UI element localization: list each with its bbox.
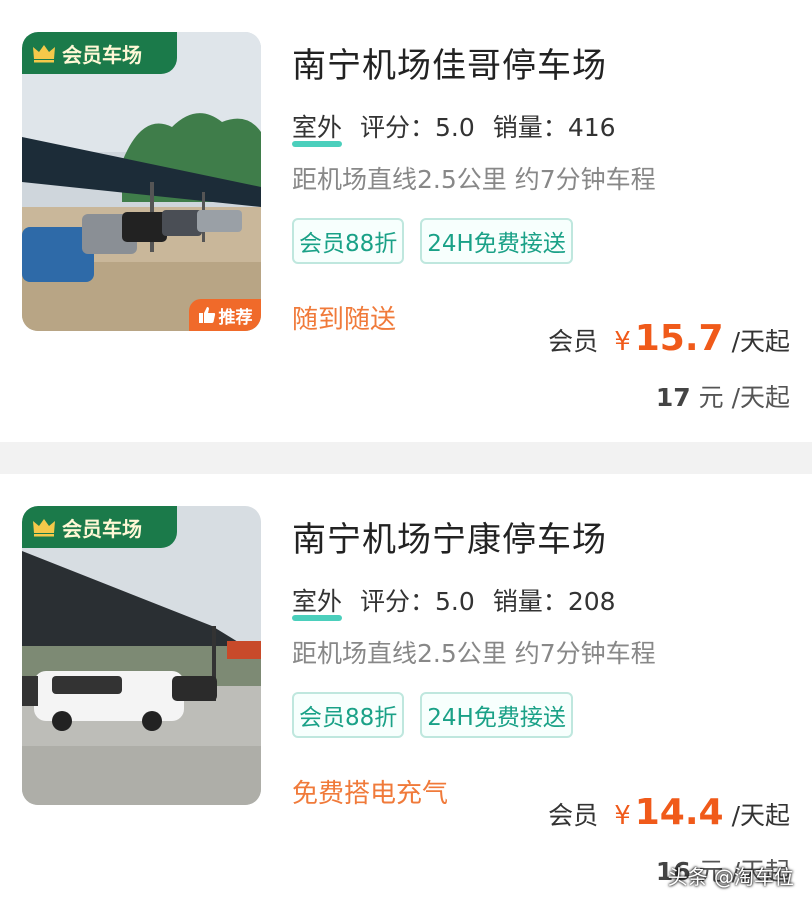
member-lot-badge-label: 会员车场	[62, 42, 142, 67]
original-price-unit: 元 /天起	[698, 383, 790, 412]
free-shuttle-tag: 24H免费接送	[420, 692, 573, 738]
lot-type-label: 室外	[292, 108, 343, 147]
watermark: 头条 @淘车位	[667, 865, 794, 889]
parking-lot-name[interactable]: 南宁机场宁康停车场	[292, 512, 607, 561]
member-price-label: 会员	[548, 801, 599, 830]
member-lot-badge-label: 会员车场	[62, 516, 142, 541]
parking-lot-photo[interactable]: 会员车场 推荐	[22, 32, 261, 331]
rating-label: 评分：	[360, 113, 436, 142]
member-discount-tag: 会员88折	[292, 218, 405, 264]
crown-icon	[33, 45, 55, 63]
crown-icon	[33, 519, 55, 537]
distance-info: 距机场直线2.5公里 约7分钟车程	[292, 639, 656, 668]
lot-type-label: 室外	[292, 582, 343, 621]
recommend-badge: 推荐	[189, 299, 261, 331]
service-feature: 随到随送	[292, 305, 397, 335]
free-shuttle-tag: 24H免费接送	[420, 218, 573, 264]
member-lot-badge: 会员车场	[22, 32, 177, 74]
thumbs-up-icon	[198, 307, 215, 323]
rating-label: 评分：	[360, 587, 436, 616]
parking-lot-card[interactable]: 会员车场 南宁机场宁康停车场 室外 评分：5.0 销量：208 距机场直线2.5公里…	[0, 474, 812, 904]
currency-symbol: ¥	[614, 801, 631, 831]
member-price-row: 会员 ¥ 15.7 /天起	[548, 318, 790, 359]
rating-value: 5.0	[435, 587, 475, 616]
parking-lot-meta: 室外 评分：5.0 销量：416	[292, 108, 616, 147]
sales-label: 销量：	[492, 587, 568, 616]
member-price: 15.7	[634, 318, 724, 359]
original-price: 17	[655, 383, 691, 412]
promo-tags: 会员88折 24H免费接送	[292, 218, 573, 264]
currency-symbol: ¥	[614, 327, 631, 357]
original-price-row: 17 元 /天起	[656, 378, 790, 414]
parking-photo-image	[22, 506, 261, 805]
parking-photo-image	[22, 32, 261, 331]
member-discount-tag: 会员88折	[292, 692, 405, 738]
sales-label: 销量：	[492, 113, 568, 142]
parking-lot-photo[interactable]: 会员车场	[22, 506, 261, 805]
member-price-row: 会员 ¥ 14.4 /天起	[548, 792, 790, 833]
parking-lot-card[interactable]: 会员车场 推荐 南宁机场佳哥停车场 室外 评分：5.0 销量：416 距机场直线2.…	[0, 0, 812, 442]
parking-lot-name[interactable]: 南宁机场佳哥停车场	[292, 38, 607, 87]
member-price: 14.4	[634, 792, 724, 833]
member-lot-badge: 会员车场	[22, 506, 177, 548]
sales-value: 416	[567, 113, 616, 142]
parking-lot-meta: 室外 评分：5.0 销量：208	[292, 582, 616, 621]
promo-tags: 会员88折 24H免费接送	[292, 692, 573, 738]
price-unit: /天起	[731, 327, 790, 356]
member-price-label: 会员	[548, 327, 599, 356]
distance-info: 距机场直线2.5公里 约7分钟车程	[292, 165, 656, 194]
rating-value: 5.0	[435, 113, 475, 142]
sales-value: 208	[567, 587, 616, 616]
price-unit: /天起	[731, 801, 790, 830]
recommend-badge-label: 推荐	[218, 307, 253, 328]
service-feature: 免费搭电充气	[292, 779, 449, 809]
